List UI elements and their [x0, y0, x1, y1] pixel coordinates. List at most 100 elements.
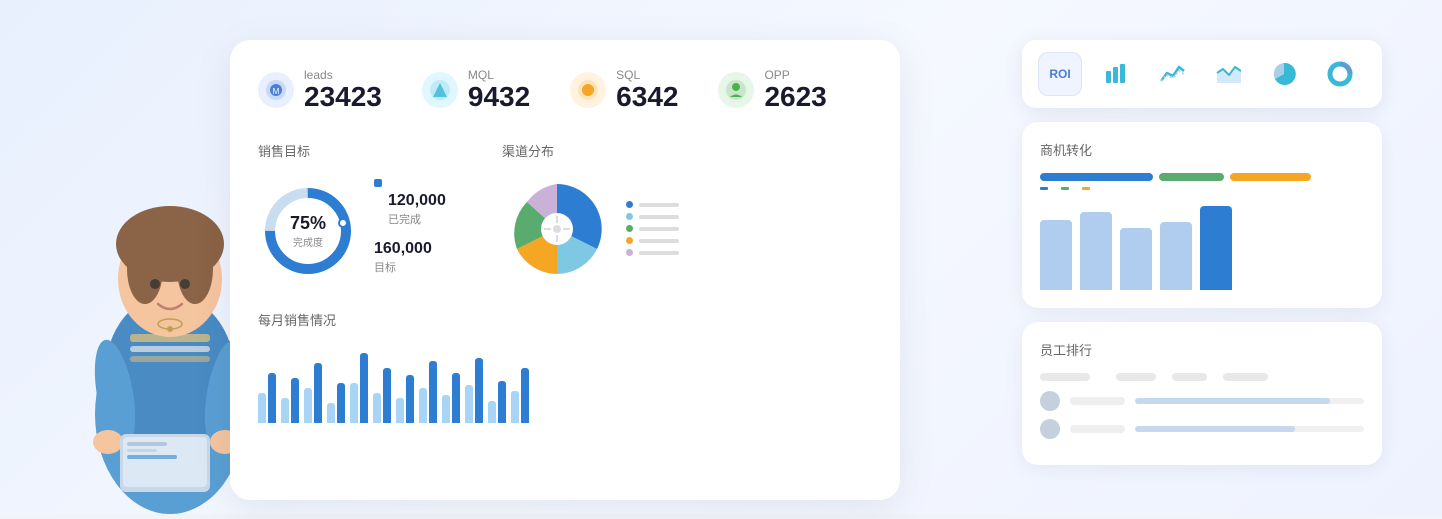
line-chart-icon-button[interactable]: [1150, 52, 1194, 96]
emp-avatar-2: [1040, 419, 1060, 439]
pie-legend-item-1: [626, 201, 679, 208]
mql-icon: [422, 72, 458, 108]
monthly-bar-7-0: [419, 388, 427, 423]
emp-bar-bg-2: [1135, 426, 1364, 432]
emp-avatar-1: [1040, 391, 1060, 411]
opportunity-title: 商机转化: [1040, 140, 1364, 159]
monthly-bar-chart: [258, 343, 872, 423]
bar-chart-icon-button[interactable]: [1094, 52, 1138, 96]
prog-seg-3: [1230, 173, 1311, 181]
monthly-bar-9-1: [475, 358, 483, 423]
mql-label: MQL: [468, 68, 530, 82]
sql-icon: [570, 72, 606, 108]
area-chart-icon-button[interactable]: [1206, 52, 1250, 96]
pie-dot-5: [626, 249, 633, 256]
opp-progress: [1040, 173, 1364, 190]
roi-icon-button[interactable]: ROI: [1038, 52, 1082, 96]
donut-percent: 75%: [290, 213, 326, 234]
bar-group-6: [396, 375, 414, 423]
opp-icon: [718, 72, 754, 108]
monthly-section: 每月销售情况: [258, 310, 872, 423]
pie-dot-1: [626, 201, 633, 208]
monthly-bar-9-0: [465, 385, 473, 423]
opp-bar-3: [1120, 228, 1152, 290]
donut-sub: 完成度: [290, 234, 326, 249]
opp-label: OPP: [764, 68, 826, 82]
pie-chart: [502, 174, 612, 284]
pie-legend-item-2: [626, 213, 679, 220]
monthly-bar-4-0: [350, 383, 358, 423]
channel-dist-title: 渠道分布: [502, 141, 702, 160]
bar-group-3: [327, 383, 345, 423]
sql-value: 6342: [616, 81, 678, 112]
legend-completed: 120,000 已完成: [374, 174, 446, 228]
pie-dot-2: [626, 213, 633, 220]
prog-label-3: [1082, 187, 1093, 190]
monthly-bar-8-0: [442, 395, 450, 423]
monthly-bar-8-1: [452, 373, 460, 423]
kpi-mql: MQL 9432: [422, 68, 530, 113]
monthly-bar-0-0: [258, 393, 266, 423]
monthly-bar-6-1: [406, 375, 414, 423]
bar-group-4: [350, 353, 368, 423]
emp-bar-fill-2: [1135, 426, 1295, 432]
monthly-bar-5-0: [373, 393, 381, 423]
prog-seg-2: [1159, 173, 1224, 181]
kpi-opp: OPP 2623: [718, 68, 826, 113]
pie-legend-item-5: [626, 249, 679, 256]
monthly-title: 每月销售情况: [258, 310, 872, 329]
employee-card: 员工排行: [1022, 322, 1382, 465]
icon-toolbar: ROI: [1022, 40, 1382, 108]
monthly-bar-10-1: [498, 381, 506, 423]
sales-target-title: 销售目标: [258, 141, 478, 160]
bar-group-8: [442, 373, 460, 423]
bar-group-11: [511, 368, 529, 423]
leads-value: 23423: [304, 81, 382, 112]
pie-legend: [626, 201, 679, 256]
donut-wrapper: 75% 完成度 120,000 已完成 160,000 目标: [258, 174, 478, 288]
legend-target-value: 160,000: [374, 240, 446, 258]
monthly-bar-1-1: [291, 378, 299, 423]
bar-group-2: [304, 363, 322, 423]
opp-bar-2: [1080, 212, 1112, 290]
employee-title: 员工排行: [1040, 340, 1364, 359]
monthly-bar-2-0: [304, 388, 312, 423]
opp-bar-1: [1040, 220, 1072, 290]
legend-completed-value: 120,000: [388, 192, 446, 210]
pie-legend-item-4: [626, 237, 679, 244]
prog-label-2: [1061, 187, 1072, 190]
emp-row-2: [1040, 419, 1364, 439]
svg-text:M: M: [273, 87, 280, 96]
right-panels: ROI 商机转化: [1022, 40, 1382, 465]
monthly-bar-11-0: [511, 391, 519, 423]
monthly-bar-3-1: [337, 383, 345, 423]
monthly-bar-1-0: [281, 398, 289, 423]
monthly-bar-11-1: [521, 368, 529, 423]
prog-seg-1: [1040, 173, 1153, 181]
monthly-bar-6-0: [396, 398, 404, 423]
pie-chart-icon-button[interactable]: [1262, 52, 1306, 96]
sql-label: SQL: [616, 68, 678, 82]
legend-completed-bullet: [374, 179, 382, 187]
emp-row-1: [1040, 391, 1364, 411]
opp-bar-4: [1160, 222, 1192, 290]
bar-group-5: [373, 368, 391, 423]
kpi-sql: SQL 6342: [570, 68, 678, 113]
donut-legend: 120,000 已完成 160,000 目标: [374, 174, 446, 288]
opp-value: 2623: [764, 81, 826, 112]
channel-dist-section: 渠道分布: [502, 141, 702, 288]
pie-dot-4: [626, 237, 633, 244]
prog-label-1: [1040, 187, 1051, 190]
prog-legend: [1040, 187, 1364, 190]
donut-chart-icon-button[interactable]: [1318, 52, 1362, 96]
legend-completed-label: 已完成: [388, 214, 421, 226]
sales-target-section: 销售目标 75% 完成度: [258, 141, 478, 288]
pie-legend-item-3: [626, 225, 679, 232]
monthly-bar-10-0: [488, 401, 496, 423]
monthly-bar-5-1: [383, 368, 391, 423]
opp-bar-5: [1200, 206, 1232, 290]
emp-header-row: [1040, 373, 1364, 381]
donut-chart: 75% 完成度: [258, 181, 358, 281]
pie-row: [502, 174, 702, 284]
opportunity-card: 商机转化: [1022, 122, 1382, 308]
